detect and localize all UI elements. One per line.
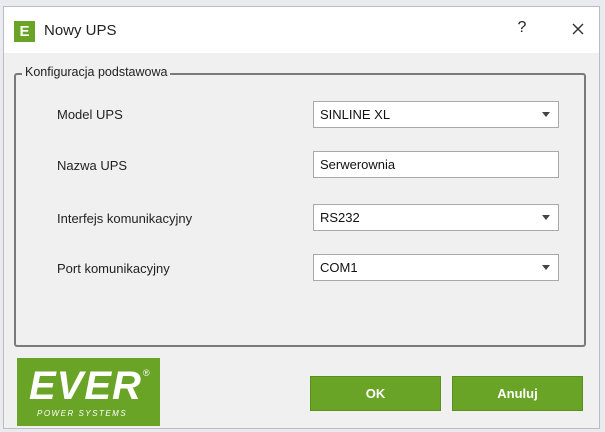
dropdown-arrow-icon (542, 112, 550, 117)
help-button[interactable]: ? (513, 19, 531, 37)
window-title: Nowy UPS (44, 22, 117, 39)
dropdown-arrow-icon (542, 215, 550, 220)
dropdown-arrow-icon (542, 265, 550, 270)
cancel-button[interactable]: Anuluj (452, 376, 583, 411)
ok-button[interactable]: OK (310, 376, 441, 411)
interfejs-select[interactable]: RS232 (313, 204, 559, 231)
ever-logo: EVER ® POWER SYSTEMS (17, 358, 160, 426)
basic-config-group: Konfiguracja podstawowa Model UPS SINLIN… (14, 65, 586, 347)
registered-mark: ® (143, 368, 150, 378)
model-ups-label: Model UPS (57, 107, 123, 122)
model-ups-value: SINLINE XL (320, 107, 391, 122)
port-label: Port komunikacyjny (57, 261, 170, 276)
nazwa-ups-label: Nazwa UPS (57, 158, 128, 173)
logo-text: EVER (29, 364, 142, 408)
close-icon (572, 23, 584, 35)
interfejs-value: RS232 (320, 210, 360, 225)
title-bar: E Nowy UPS ? (4, 7, 599, 53)
model-ups-select[interactable]: SINLINE XL (313, 101, 559, 128)
group-legend: Konfiguracja podstawowa (22, 65, 171, 79)
app-logo-icon: E (14, 21, 35, 42)
interfejs-label: Interfejs komunikacyjny (57, 211, 193, 226)
dialog-window: E Nowy UPS ? Konfiguracja podstawowa Mod… (3, 6, 600, 429)
close-button[interactable] (567, 18, 589, 40)
nazwa-ups-input[interactable]: Serwerownia (313, 151, 559, 178)
port-select[interactable]: COM1 (313, 254, 559, 281)
nazwa-ups-value: Serwerownia (320, 157, 396, 172)
port-value: COM1 (320, 260, 358, 275)
logo-tagline: POWER SYSTEMS (37, 409, 128, 418)
